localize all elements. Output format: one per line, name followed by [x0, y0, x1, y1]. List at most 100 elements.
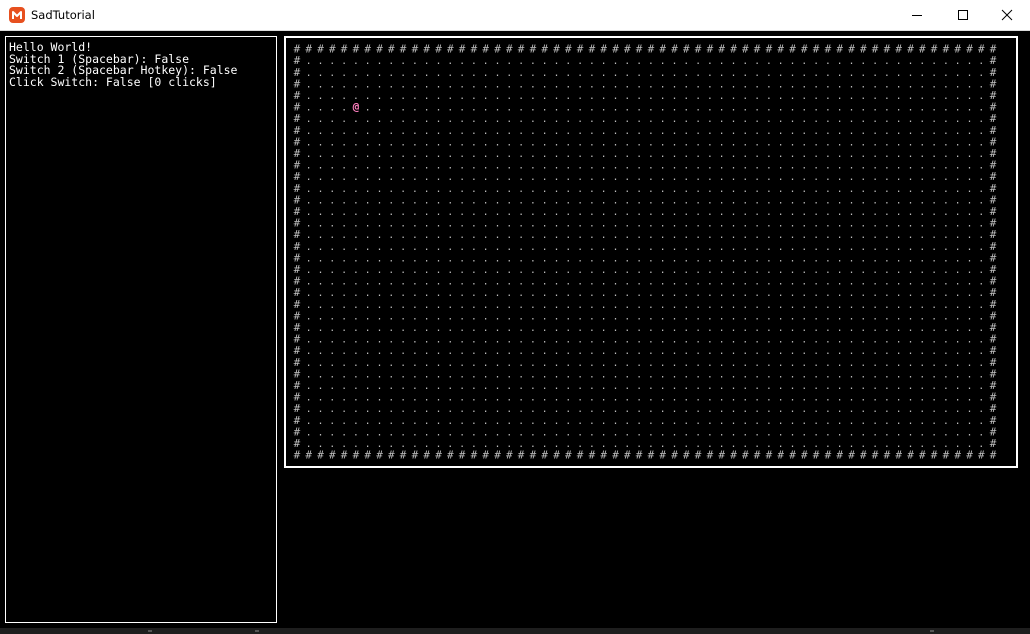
floor-tile: . — [766, 242, 772, 253]
floor-tile: . — [447, 288, 453, 299]
floor-tile: . — [707, 56, 713, 67]
floor-tile: . — [341, 393, 347, 404]
floor-tile: . — [919, 219, 925, 230]
floor-tile: . — [660, 358, 666, 369]
floor-tile: . — [919, 126, 925, 137]
floor-tile: . — [955, 242, 961, 253]
floor-tile: . — [636, 126, 642, 137]
floor-tile: . — [778, 161, 784, 172]
floor-tile: . — [565, 79, 571, 90]
floor-tile: . — [601, 416, 607, 427]
floor-tile: . — [518, 184, 524, 195]
floor-tile: . — [660, 172, 666, 183]
floor-tile: . — [955, 172, 961, 183]
floor-tile: . — [943, 56, 949, 67]
floor-tile: . — [742, 184, 748, 195]
wall-tile: # — [931, 449, 938, 462]
floor-tile: . — [589, 103, 595, 114]
floor-tile: . — [353, 404, 359, 415]
floor-tile: . — [837, 149, 843, 160]
status-line-click-switch[interactable]: Click Switch: False [0 clicks] — [9, 76, 237, 89]
floor-tile: . — [565, 253, 571, 264]
game-surface[interactable]: Hello World! Switch 1 (Spacebar): False … — [0, 31, 1030, 634]
floor-tile: . — [695, 311, 701, 322]
floor-tile: . — [719, 416, 725, 427]
floor-tile: . — [707, 230, 713, 241]
floor-tile: . — [919, 149, 925, 160]
floor-tile: . — [931, 137, 937, 148]
floor-tile: . — [553, 161, 559, 172]
wall-tile: # — [600, 43, 607, 56]
floor-tile: . — [553, 68, 559, 79]
floor-tile: . — [365, 56, 371, 67]
floor-tile: . — [955, 91, 961, 102]
floor-tile: . — [742, 195, 748, 206]
floor-tile: . — [730, 404, 736, 415]
floor-tile: . — [306, 172, 312, 183]
floor-tile: . — [494, 288, 500, 299]
floor-tile: . — [872, 195, 878, 206]
map-console[interactable]: # # # # # # # # # # # # # # # # # # # # # # # # # # # # # # # # # # # # # # # #… — [284, 36, 1018, 468]
floor-tile: . — [483, 323, 489, 334]
floor-tile: . — [683, 346, 689, 357]
floor-tile: . — [648, 265, 654, 276]
floor-tile: . — [695, 335, 701, 346]
floor-tile: . — [730, 277, 736, 288]
floor-tile: . — [884, 207, 890, 218]
floor-tile: . — [435, 265, 441, 276]
floor-tile: . — [601, 253, 607, 264]
floor-tile: . — [412, 184, 418, 195]
floor-tile: . — [778, 253, 784, 264]
floor-tile: . — [636, 300, 642, 311]
floor-tile: . — [931, 91, 937, 102]
floor-tile: . — [907, 358, 913, 369]
wall-tile: # — [447, 449, 454, 462]
floor-tile: . — [837, 68, 843, 79]
floor-tile: . — [376, 335, 382, 346]
close-button[interactable] — [984, 0, 1030, 30]
floor-tile: . — [518, 277, 524, 288]
floor-tile: . — [801, 126, 807, 137]
floor-tile: . — [577, 91, 583, 102]
floor-tile: . — [825, 265, 831, 276]
floor-tile: . — [789, 335, 795, 346]
floor-tile: . — [872, 346, 878, 357]
wall-tile: # — [813, 449, 820, 462]
floor-tile: . — [707, 114, 713, 125]
wall-tile: # — [718, 43, 725, 56]
floor-tile: . — [660, 346, 666, 357]
floor-tile: . — [801, 161, 807, 172]
floor-tile: . — [884, 56, 890, 67]
floor-tile: . — [483, 219, 489, 230]
floor-tile: . — [872, 172, 878, 183]
floor-tile: . — [435, 126, 441, 137]
floor-tile: . — [376, 137, 382, 148]
wall-tile: # — [577, 449, 584, 462]
floor-tile: . — [459, 358, 465, 369]
floor-tile: . — [789, 300, 795, 311]
floor-tile: . — [577, 207, 583, 218]
floor-tile: . — [388, 149, 394, 160]
wall-tile: # — [636, 449, 643, 462]
floor-tile: . — [907, 335, 913, 346]
floor-tile: . — [435, 404, 441, 415]
title-bar[interactable]: SadTutorial — [0, 0, 1030, 31]
floor-tile: . — [530, 300, 536, 311]
minimize-button[interactable] — [894, 0, 940, 30]
floor-tile: . — [412, 230, 418, 241]
floor-tile: . — [636, 149, 642, 160]
floor-tile: . — [530, 335, 536, 346]
floor-tile: . — [506, 288, 512, 299]
maximize-button[interactable] — [940, 0, 986, 30]
floor-tile: . — [919, 369, 925, 380]
wall-tile: # — [777, 449, 784, 462]
floor-tile: . — [518, 242, 524, 253]
floor-tile: . — [955, 416, 961, 427]
floor-tile: . — [565, 311, 571, 322]
floor-tile: . — [671, 253, 677, 264]
floor-tile: . — [447, 277, 453, 288]
floor-tile: . — [317, 126, 323, 137]
floor-tile: . — [919, 79, 925, 90]
floor-tile: . — [624, 91, 630, 102]
floor-tile: . — [459, 323, 465, 334]
